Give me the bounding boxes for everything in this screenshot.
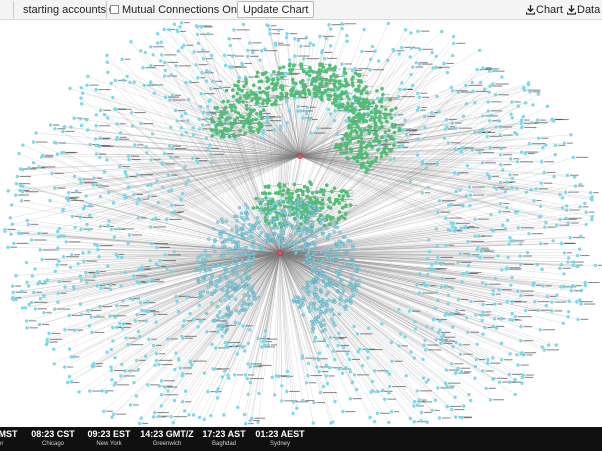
clock-new-york: 09:23 EST New York: [86, 429, 132, 449]
download-data-label: Data: [577, 3, 601, 16]
toolbar-separator: [106, 1, 107, 18]
download-icon: [526, 4, 535, 15]
graph-nodes[interactable]: [3, 20, 598, 426]
clock-time: 14:23 GMT/Z: [140, 429, 194, 439]
starting-accounts-control[interactable]: starting accounts ?: [23, 0, 119, 19]
toolbar: starting accounts ? Mutual Connections O…: [0, 0, 602, 20]
mutual-connections-checkbox[interactable]: [110, 5, 119, 14]
clock-city: Baghdad: [211, 441, 237, 447]
mutual-connections-label: Mutual Connections Only: [122, 3, 245, 16]
clock-sydney: 01:23 AEST Sydney: [254, 429, 306, 449]
update-chart-button[interactable]: Update Chart: [237, 1, 315, 18]
clock-partial: MST er: [0, 429, 18, 449]
download-icon: [567, 4, 576, 15]
clock-city: Sydney: [269, 441, 290, 447]
clock-baghdad: 17:23 AST Baghdad: [201, 429, 247, 449]
clock-time: 17:23 AST: [202, 429, 246, 439]
toolbar-separator: [13, 1, 14, 18]
download-chart-label: Chart: [536, 3, 563, 16]
mutual-connections-toggle[interactable]: Mutual Connections Only ?: [110, 0, 257, 19]
clock-time: MST: [0, 429, 18, 439]
download-chart-button[interactable]: Chart: [524, 0, 565, 19]
clock-city: New York: [96, 441, 122, 447]
network-graph[interactable]: [0, 20, 602, 426]
clock-city: Greenwich: [152, 441, 182, 447]
network-graph-canvas[interactable]: [0, 20, 602, 426]
clock-greenwich: 14:23 GMT/Z Greenwich: [138, 429, 196, 449]
hub-node[interactable]: [277, 250, 283, 256]
clock-city: Chicago: [41, 441, 64, 447]
clock-chicago: 08:23 CST Chicago: [30, 429, 76, 449]
clock-time: 09:23 EST: [87, 429, 131, 439]
hub-node[interactable]: [297, 153, 303, 159]
world-clock-bar: MST er 08:23 CST Chicago 09:23 EST New Y…: [0, 427, 602, 451]
starting-accounts-label: starting accounts: [23, 3, 107, 16]
clock-time: 08:23 CST: [31, 429, 75, 439]
download-data-button[interactable]: Data: [565, 0, 602, 19]
clock-time: 01:23 AEST: [255, 429, 305, 439]
clock-city: er: [0, 441, 4, 447]
